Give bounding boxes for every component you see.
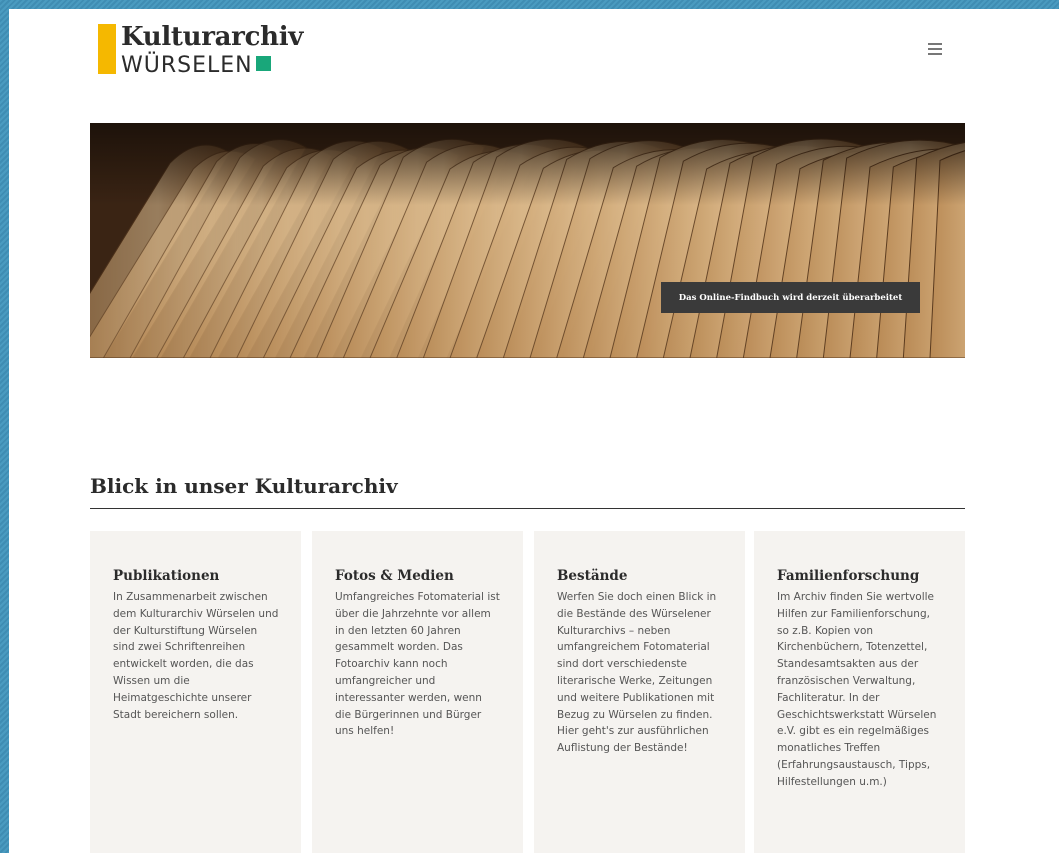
card-text: In Zusammenarbeit zwischen dem Kulturarc… — [113, 591, 279, 721]
card-publikationen[interactable]: Publikationen In Zusammenarbeit zwischen… — [90, 531, 301, 853]
card-title: Publikationen — [113, 568, 220, 584]
card-title: Fotos & Medien — [335, 568, 454, 584]
card-grid: Publikationen In Zusammenarbeit zwischen… — [90, 531, 965, 853]
findbuch-notice[interactable]: Das Online-Findbuch wird derzeit überarb… — [661, 282, 920, 313]
hamburger-menu-icon[interactable] — [928, 43, 942, 55]
card-familienforschung[interactable]: Familienforschung Im Archiv finden Sie w… — [754, 531, 965, 853]
section-title: Blick in unser Kulturarchiv — [90, 474, 398, 498]
card-text: Umfangreiches Fotomaterial ist über die … — [335, 591, 500, 738]
logo-green-square — [255, 56, 271, 71]
hero-banner: Das Online-Findbuch wird derzeit überarb… — [90, 123, 965, 358]
card-title: Familienforschung — [777, 568, 920, 584]
logo-title: Kulturarchiv — [121, 22, 304, 52]
card-fotos-medien[interactable]: Fotos & Medien Umfangreiches Fotomateria… — [312, 531, 523, 853]
page: Kulturarchiv WÜRSELEN Das Online-Findbuc… — [9, 9, 1059, 853]
logo-subtitle: WÜRSELEN — [121, 53, 253, 78]
logo-yellow-bar — [98, 24, 116, 74]
hero-pages-image — [90, 123, 965, 358]
card-text: Im Archiv finden Sie wertvolle Hilfen zu… — [777, 591, 937, 788]
card-text: Werfen Sie doch einen Blick in die Bestä… — [557, 591, 717, 755]
logo-subtitle-wrap: WÜRSELEN — [121, 53, 271, 78]
section-divider — [90, 508, 965, 509]
card-title: Bestände — [557, 568, 628, 584]
site-logo[interactable]: Kulturarchiv WÜRSELEN — [98, 22, 318, 84]
card-bestaende[interactable]: Bestände Werfen Sie doch einen Blick in … — [534, 531, 745, 853]
